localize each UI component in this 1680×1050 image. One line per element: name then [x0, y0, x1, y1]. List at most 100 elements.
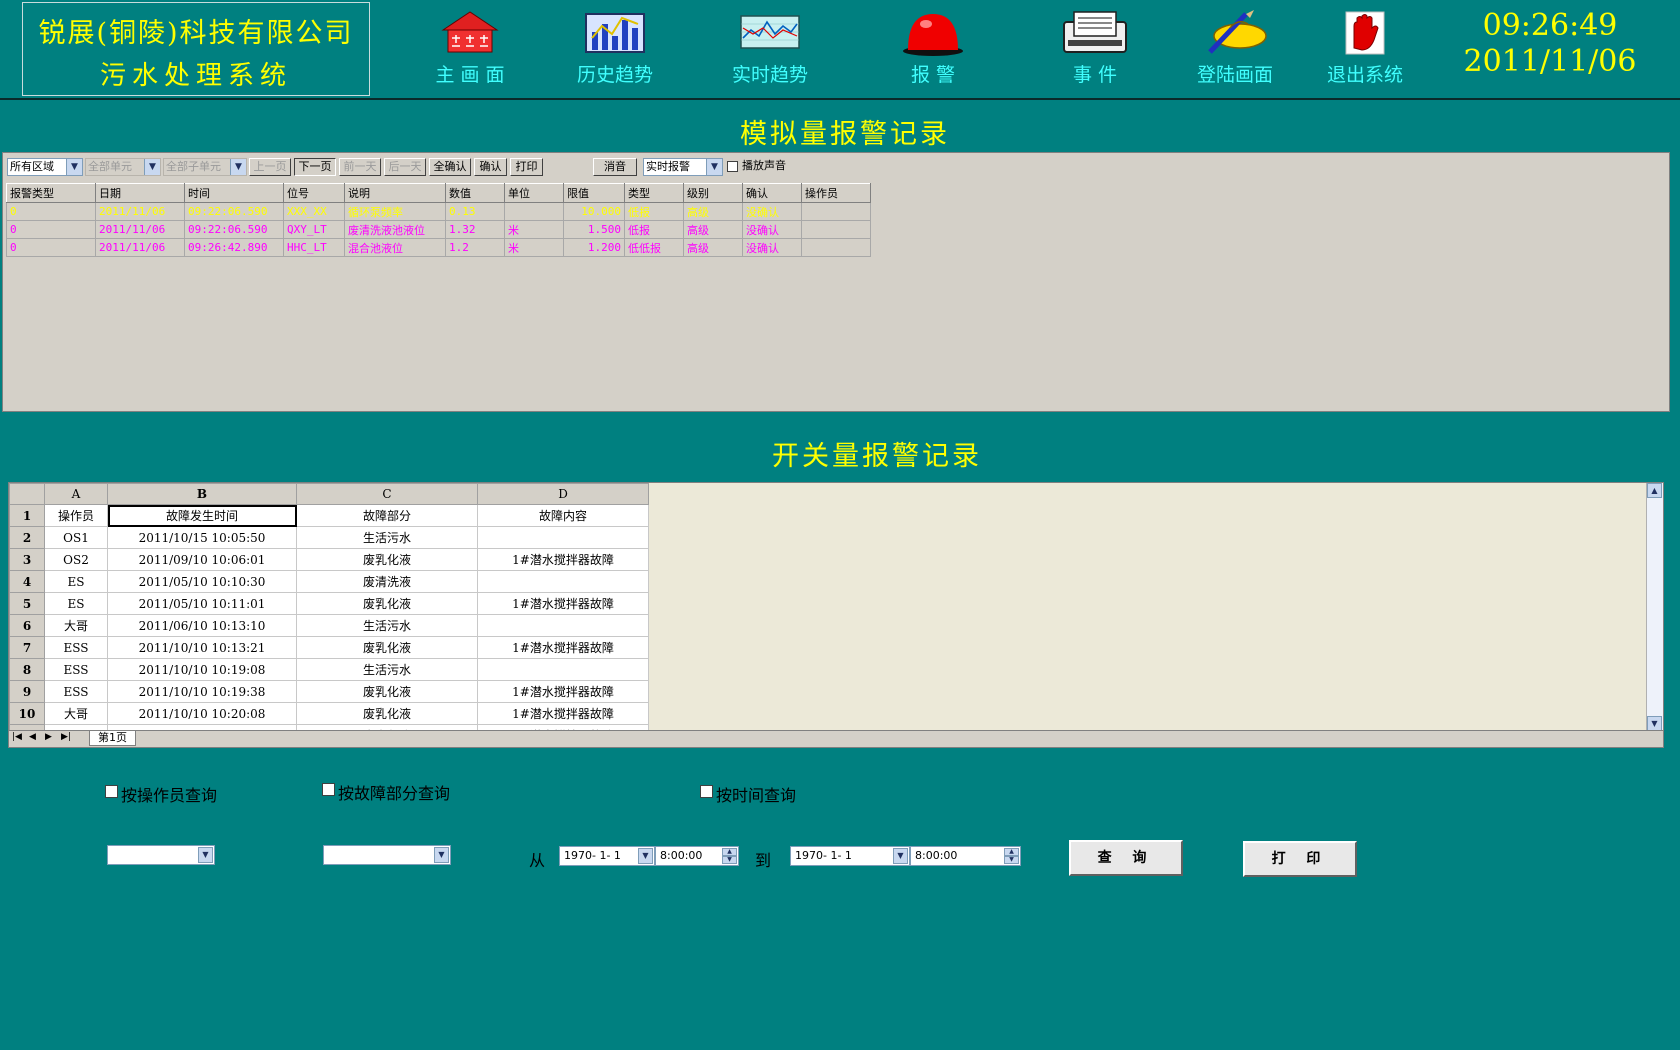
sheet-cell[interactable]: [477, 658, 649, 681]
operator-select[interactable]: ▼: [107, 845, 215, 865]
query-by-operator-checkbox[interactable]: [105, 785, 118, 798]
column-header[interactable]: 说明: [344, 183, 446, 203]
sheet-row[interactable]: 4 ES 2011/05/10 10:10:30 废清洗液: [9, 570, 649, 593]
row-number[interactable]: 1: [9, 504, 45, 527]
sheet-row[interactable]: 8 ESS 2011/10/10 10:19:08 生活污水: [9, 658, 649, 681]
row-number[interactable]: 6: [9, 614, 45, 637]
sheet-cell[interactable]: 1#潜水搅拌器故障: [477, 548, 649, 571]
sheet-cell[interactable]: 生活污水: [296, 658, 478, 681]
area-select[interactable]: 所有区域 ▼: [7, 158, 83, 176]
sheet-cell[interactable]: 操作员: [44, 504, 108, 527]
prev-day-button[interactable]: 前一天: [339, 158, 381, 176]
sheet-cell[interactable]: [477, 614, 649, 637]
next-page-button[interactable]: 下一页: [294, 158, 336, 176]
last-sheet-icon[interactable]: ▶|: [61, 732, 71, 742]
prev-sheet-icon[interactable]: ◀: [29, 732, 36, 742]
sheet-row[interactable]: 6 大哥 2011/06/10 10:13:10 生活污水: [9, 614, 649, 637]
query-by-part-checkbox[interactable]: [322, 783, 335, 796]
scroll-down-icon[interactable]: ▼: [1647, 716, 1662, 731]
sheet-cell[interactable]: 故障发生时间: [107, 504, 297, 527]
scroll-up-icon[interactable]: ▲: [1647, 483, 1662, 498]
sheet-cell[interactable]: 废乳化液: [296, 702, 478, 725]
sheet-row[interactable]: 2 OS1 2011/10/15 10:05:50 生活污水: [9, 526, 649, 549]
row-number[interactable]: 5: [9, 592, 45, 615]
column-header[interactable]: 操作员: [801, 183, 871, 203]
first-sheet-icon[interactable]: |◀: [12, 732, 22, 742]
sheet-row[interactable]: 10 大哥 2011/10/10 10:20:08 废乳化液 1#潜水搅拌器故障: [9, 702, 649, 725]
sheet-cell[interactable]: ES: [44, 592, 108, 615]
sheet-cell[interactable]: 生活污水: [296, 614, 478, 637]
sheet-cell[interactable]: 2011/10/10 10:13:21: [107, 636, 297, 659]
column-letter[interactable]: A: [44, 483, 108, 505]
unit-select[interactable]: 全部单元 ▼: [85, 158, 161, 176]
column-letter[interactable]: D: [477, 483, 649, 505]
sheet-cell[interactable]: ESS: [44, 636, 108, 659]
sheet-row[interactable]: 9 ESS 2011/10/10 10:19:38 废乳化液 1#潜水搅拌器故障: [9, 680, 649, 703]
sheet-row[interactable]: 5 ES 2011/05/10 10:11:01 废乳化液 1#潜水搅拌器故障: [9, 592, 649, 615]
row-number[interactable]: 8: [9, 658, 45, 681]
sheet-cell[interactable]: 2011/10/10 10:19:38: [107, 680, 297, 703]
sheet-cell[interactable]: 大哥: [44, 702, 108, 725]
column-header[interactable]: 类型: [624, 183, 684, 203]
sheet-cell[interactable]: 生活污水: [296, 526, 478, 549]
column-header[interactable]: 时间: [184, 183, 284, 203]
nav-history-trend[interactable]: 历史趋势: [555, 8, 675, 87]
sheet-cell[interactable]: ESS: [44, 658, 108, 681]
row-number[interactable]: 3: [9, 548, 45, 571]
sheet-cell[interactable]: 1#潜水搅拌器故障: [477, 702, 649, 725]
query-button[interactable]: 查 询: [1069, 840, 1183, 876]
column-header[interactable]: 确认: [742, 183, 802, 203]
next-sheet-icon[interactable]: ▶: [45, 732, 52, 742]
from-date-picker[interactable]: 1970- 1- 1 ▼: [559, 846, 655, 866]
sheet-cell[interactable]: 1#潜水搅拌器故障: [477, 592, 649, 615]
sheet-cell[interactable]: 废清洗液: [296, 570, 478, 593]
sheet-row[interactable]: 3 OS2 2011/09/10 10:06:01 废乳化液 1#潜水搅拌器故障: [9, 548, 649, 571]
alarm-mode-select[interactable]: 实时报警 ▼: [643, 158, 723, 176]
switch-alarm-spreadsheet[interactable]: A B C D 1 操作员 故障发生时间 故障部分 故障内容 2 OS1 2011/10/15…: [8, 482, 1664, 748]
from-time-spinner[interactable]: 8:00:00 ▲ ▼: [655, 846, 739, 866]
nav-exit[interactable]: 退出系统: [1305, 8, 1425, 87]
sheet-cell[interactable]: 故障部分: [296, 504, 478, 527]
column-header[interactable]: 数值: [445, 183, 505, 203]
column-letter[interactable]: B: [107, 483, 297, 505]
sheet-cell[interactable]: 1#潜水搅拌器故障: [477, 680, 649, 703]
row-number[interactable]: 9: [9, 680, 45, 703]
nav-alarm[interactable]: 报 警: [873, 8, 993, 87]
to-date-picker[interactable]: 1970- 1- 1 ▼: [790, 846, 910, 866]
confirm-all-button[interactable]: 全确认: [429, 158, 471, 176]
column-letter[interactable]: C: [296, 483, 478, 505]
row-number[interactable]: 2: [9, 526, 45, 549]
table-row[interactable]: 0 2011/11/06 09:26:42.890 HHC_LT 混合池液位 1.2 米 1.…: [6, 238, 871, 257]
sheet-cell[interactable]: 2011/10/10 10:20:08: [107, 702, 297, 725]
row-number[interactable]: 7: [9, 636, 45, 659]
play-sound-checkbox[interactable]: [727, 161, 738, 172]
table-row[interactable]: 0 2011/11/06 09:22:06.590 QXY_LT 废清洗液池液位 1.32…: [6, 220, 871, 239]
row-number[interactable]: 10: [9, 702, 45, 725]
fault-part-select[interactable]: ▼: [323, 845, 451, 865]
column-header[interactable]: 报警类型: [6, 183, 96, 203]
confirm-button[interactable]: 确认: [474, 158, 507, 176]
sheet-cell[interactable]: 2011/05/10 10:10:30: [107, 570, 297, 593]
column-header[interactable]: 位号: [283, 183, 345, 203]
sheet-corner[interactable]: [9, 483, 45, 505]
sheet-cell[interactable]: 1#潜水搅拌器故障: [477, 636, 649, 659]
sheet-cell[interactable]: 废乳化液: [296, 592, 478, 615]
sheet-cell[interactable]: 2011/06/10 10:13:10: [107, 614, 297, 637]
sheet-cell[interactable]: 2011/05/10 10:11:01: [107, 592, 297, 615]
sheet-row[interactable]: 7 ESS 2011/10/10 10:13:21 废乳化液 1#潜水搅拌器故障: [9, 636, 649, 659]
column-header[interactable]: 级别: [683, 183, 743, 203]
sheet-cell[interactable]: 2011/09/10 10:06:01: [107, 548, 297, 571]
sheet-cell[interactable]: ESS: [44, 680, 108, 703]
vertical-scrollbar[interactable]: ▲ ▼: [1646, 483, 1663, 731]
nav-realtime-trend[interactable]: 实时趋势: [710, 8, 830, 87]
sheet-cell[interactable]: 大哥: [44, 614, 108, 637]
sheet-cell[interactable]: 2011/10/10 10:19:08: [107, 658, 297, 681]
sheet-cell[interactable]: 废乳化液: [296, 548, 478, 571]
row-number[interactable]: 4: [9, 570, 45, 593]
sheet-cell[interactable]: 废乳化液: [296, 680, 478, 703]
spinner-icon[interactable]: ▲ ▼: [1004, 848, 1019, 864]
print-query-button[interactable]: 打 印: [1243, 841, 1357, 877]
subunit-select[interactable]: 全部子单元 ▼: [163, 158, 247, 176]
sheet-tab[interactable]: 第1页: [89, 731, 136, 746]
sheet-cell[interactable]: [477, 570, 649, 593]
